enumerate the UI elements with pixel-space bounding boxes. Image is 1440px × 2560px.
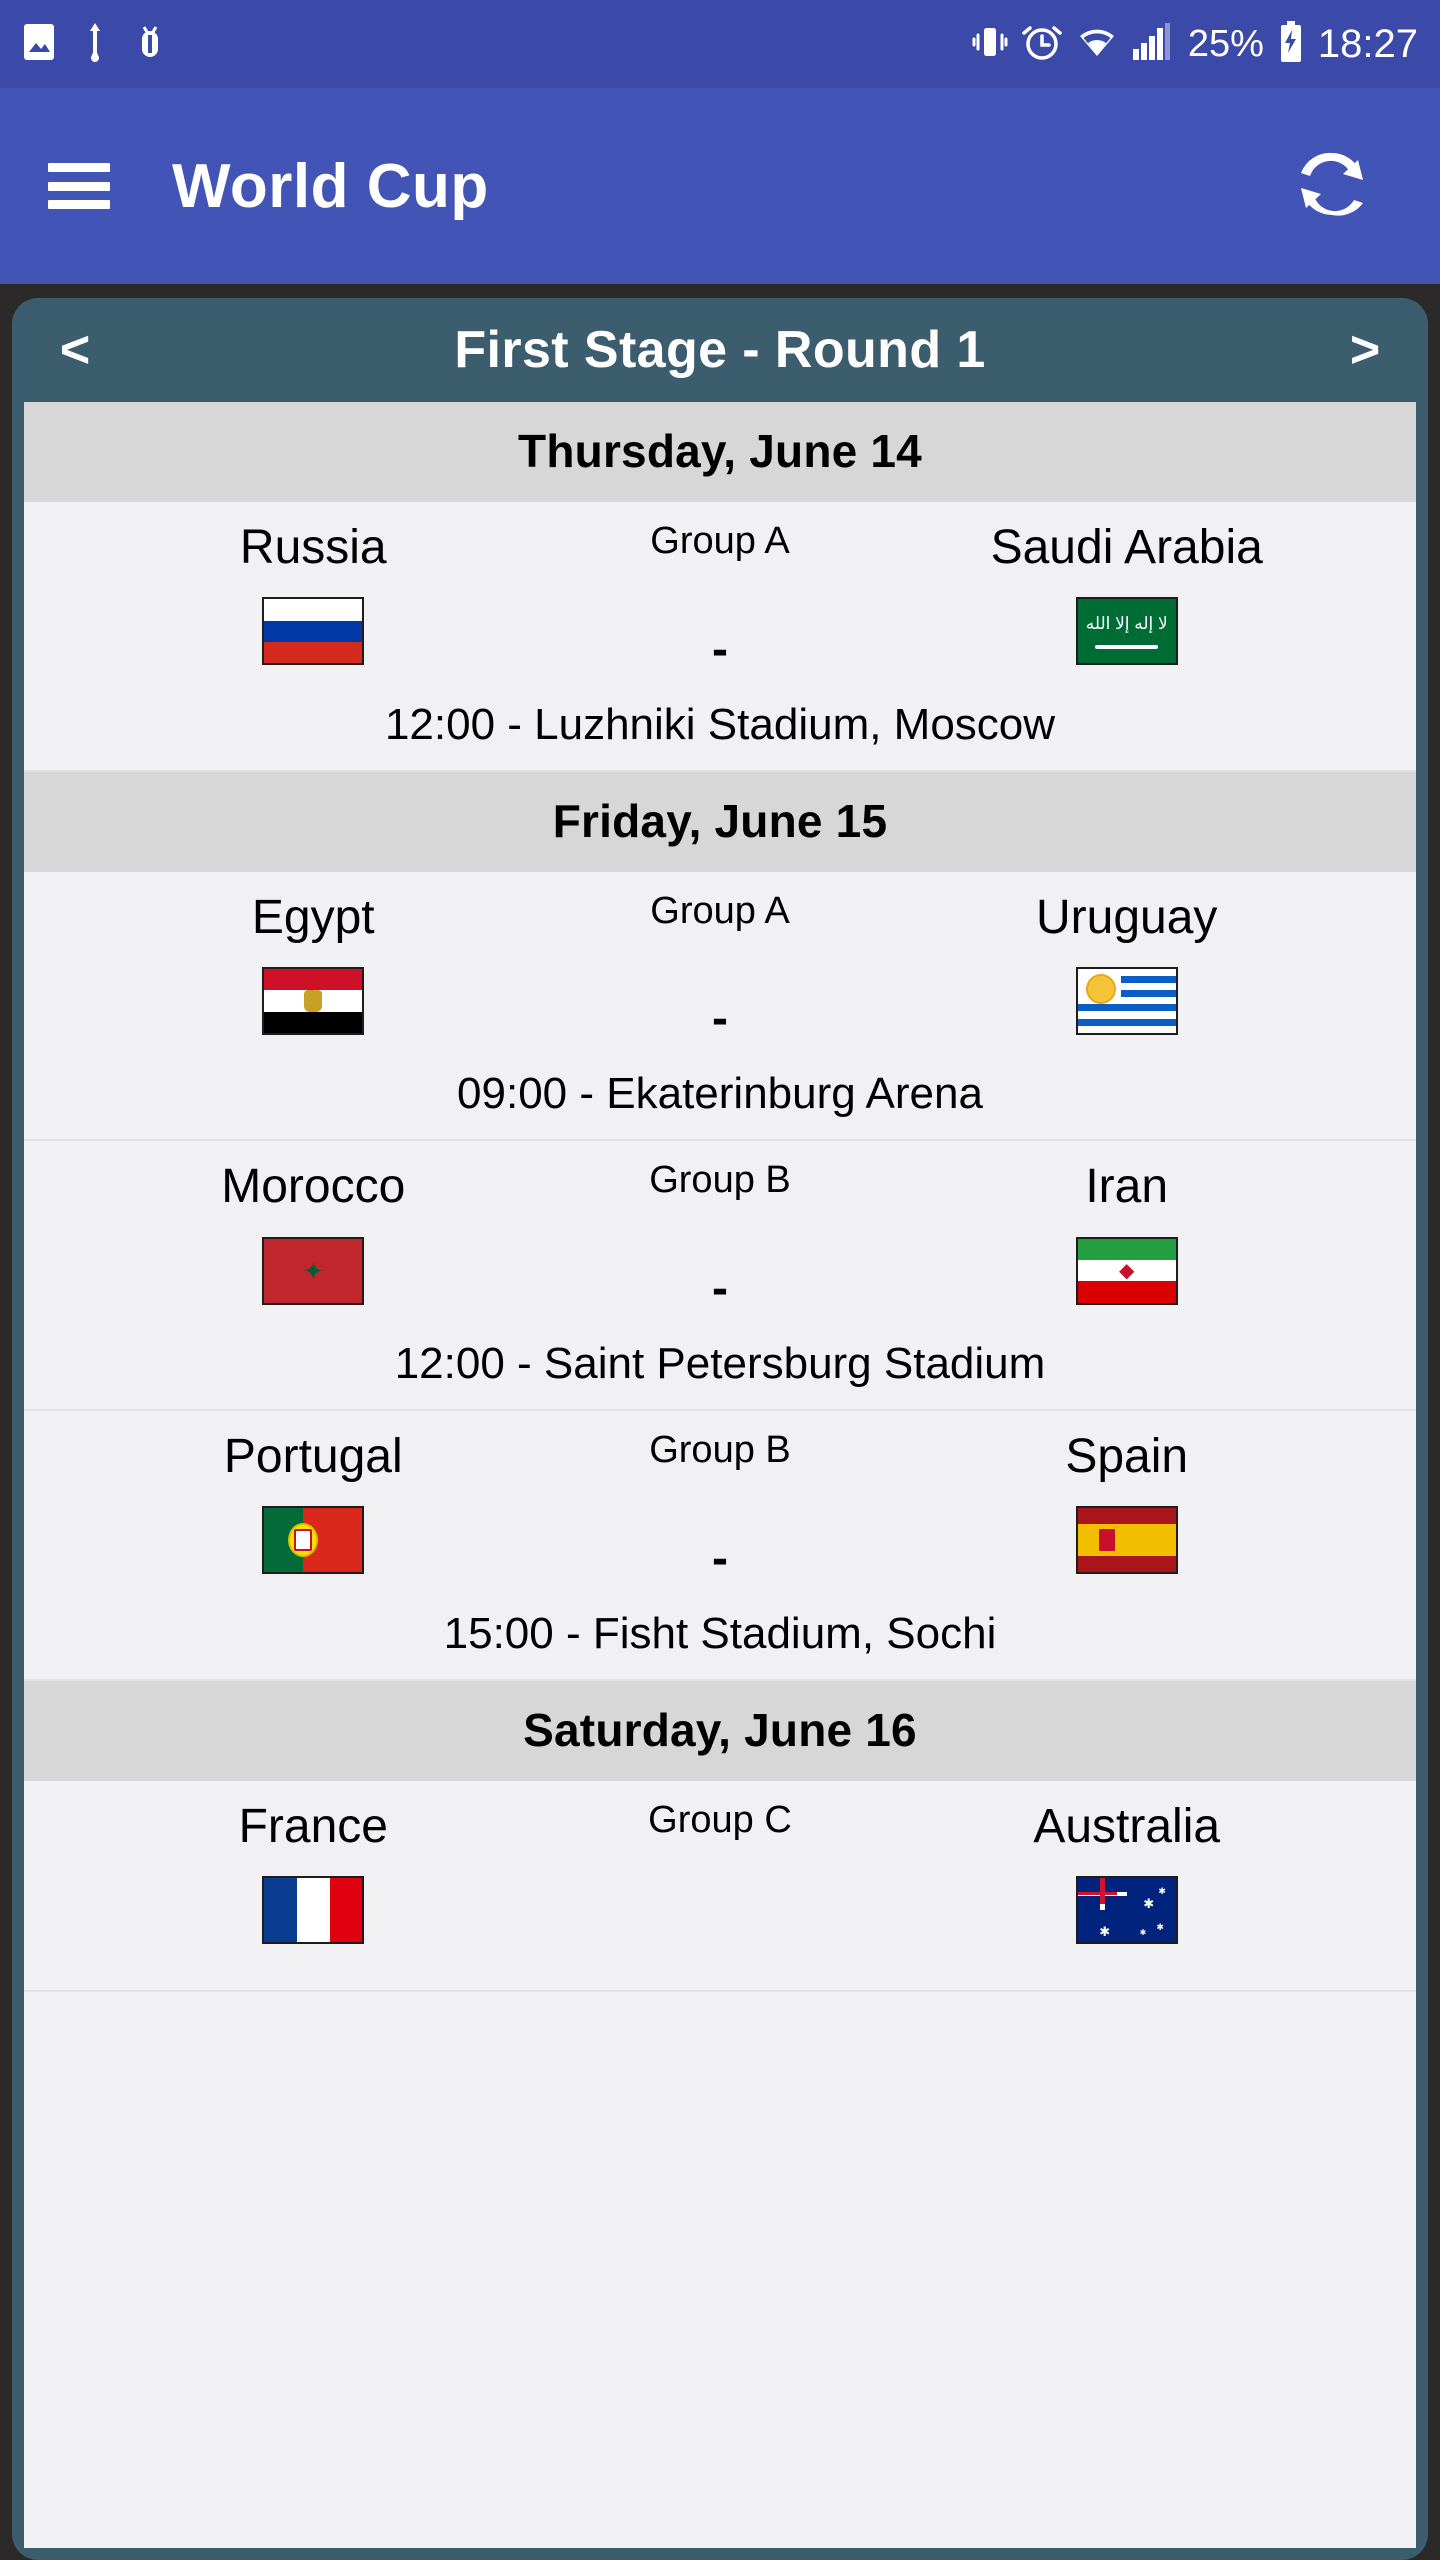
home-team: France: [64, 1799, 563, 1944]
battery-charging-icon: [1278, 20, 1304, 68]
flag-saudi-arabia: لا إله إلا الله: [1075, 597, 1178, 666]
away-team-flag: لا إله إلا الله: [877, 597, 1376, 666]
match-teams: Portugal Group B - Spain: [24, 1429, 1416, 1583]
away-team-flag: [877, 1506, 1376, 1575]
score-label: -: [711, 622, 728, 676]
wifi-icon: [1076, 24, 1118, 65]
match-venue: 12:00 - Saint Petersburg Stadium: [394, 1339, 1046, 1389]
match-row[interactable]: Egypt Group A - Uruguay 09:00 - Ekaterin…: [24, 871, 1416, 1142]
score-label: -: [711, 992, 728, 1046]
home-team-name: Morocco: [221, 1160, 406, 1214]
flag-spain: [1075, 1506, 1178, 1575]
flag-iran: ◆: [1075, 1236, 1178, 1305]
refresh-icon[interactable]: [1284, 136, 1380, 237]
score-label: -: [711, 1262, 728, 1316]
round-title: First Stage - Round 1: [454, 321, 986, 379]
away-team-name: Australia: [1033, 1799, 1221, 1853]
flag-morocco: ✦: [262, 1236, 365, 1305]
match-center: Group C: [563, 1799, 878, 1905]
flag-australia: ✱ ✱ ✱ ✱ ✱: [1075, 1875, 1178, 1944]
group-label: Group A: [650, 520, 790, 562]
away-team: Saudi Arabia لا إله إلا الله: [877, 520, 1376, 666]
signal-icon: [1132, 22, 1174, 66]
previous-round-button[interactable]: <: [20, 324, 130, 376]
content-area: < First Stage - Round 1 > Thursday, June…: [0, 284, 1440, 2560]
group-label: Group A: [650, 889, 790, 932]
next-round-button[interactable]: >: [1310, 324, 1420, 376]
home-team-flag: [64, 597, 563, 666]
match-row[interactable]: Portugal Group B - Spain 15:00 - Fisht S…: [24, 1411, 1416, 1681]
image-icon: [22, 22, 56, 67]
match-center: Group A -: [563, 890, 878, 1044]
date-header: Friday, June 15: [24, 771, 1416, 872]
round-card: < First Stage - Round 1 > Thursday, June…: [12, 298, 1428, 2560]
home-team: Portugal: [64, 1429, 563, 1575]
match-teams: Russia Group A - Saudi Arabia لا إله إلا…: [24, 520, 1416, 674]
match-row[interactable]: France Group C Australia ✱ ✱ ✱ ✱ ✱: [24, 1780, 1416, 1992]
away-team-name: Iran: [1085, 1160, 1169, 1214]
match-list[interactable]: Thursday, June 14 Russia Group A - Saudi…: [24, 402, 1416, 2548]
home-team-name: France: [238, 1799, 388, 1853]
status-bar: 25% 18:27: [0, 0, 1440, 88]
home-team-flag: ✦: [64, 1236, 563, 1305]
home-team: Russia: [64, 520, 563, 666]
away-team: Australia ✱ ✱ ✱ ✱ ✱: [877, 1799, 1376, 1944]
match-row[interactable]: Russia Group A - Saudi Arabia لا إله إلا…: [24, 502, 1416, 772]
status-bar-right-icons: 25% 18:27: [972, 20, 1418, 68]
match-center: Group B -: [563, 1159, 878, 1313]
flag-russia: [262, 597, 365, 666]
app-bar: World Cup: [0, 88, 1440, 284]
match-teams: Egypt Group A - Uruguay: [24, 890, 1416, 1044]
date-header: Saturday, June 16: [24, 1680, 1416, 1781]
score-label: -: [711, 1531, 728, 1585]
date-header: Thursday, June 14: [24, 402, 1416, 502]
status-bar-clock: 18:27: [1317, 22, 1418, 66]
page-title: World Cup: [172, 151, 489, 221]
match-teams: Morocco ✦ Group B - Iran ◆: [24, 1159, 1416, 1313]
away-team: Uruguay: [877, 890, 1376, 1035]
away-team-name: Saudi Arabia: [990, 521, 1263, 574]
home-team-flag: [64, 1875, 563, 1944]
away-team-flag: ◆: [877, 1236, 1376, 1305]
home-team-name: Portugal: [223, 1430, 403, 1484]
match-teams: France Group C Australia ✱ ✱ ✱ ✱ ✱: [24, 1799, 1416, 1944]
match-venue: 09:00 - Ekaterinburg Arena: [457, 1069, 983, 1119]
group-label: Group B: [649, 1159, 791, 1202]
status-bar-left-icons: [22, 21, 166, 68]
group-label: Group B: [649, 1429, 791, 1472]
group-label: Group C: [648, 1798, 792, 1841]
away-team-flag: [877, 966, 1376, 1035]
flag-portugal: [262, 1506, 365, 1575]
match-center: Group A -: [563, 520, 878, 674]
home-team-name: Russia: [239, 521, 387, 574]
bug-icon: [134, 21, 166, 68]
away-team: Iran ◆: [877, 1159, 1376, 1305]
away-team: Spain: [877, 1429, 1376, 1575]
away-team-name: Uruguay: [1035, 890, 1218, 944]
flag-egypt: [262, 966, 365, 1035]
match-venue: 15:00 - Fisht Stadium, Sochi: [443, 1608, 997, 1658]
home-team-flag: [64, 1506, 563, 1575]
match-venue: 12:00 - Luzhniki Stadium, Moscow: [384, 699, 1056, 749]
home-team: Morocco ✦: [64, 1159, 563, 1305]
flag-france: [262, 1875, 365, 1944]
away-team-name: Spain: [1065, 1430, 1189, 1484]
hamburger-menu-icon[interactable]: [48, 163, 110, 209]
home-team: Egypt: [64, 890, 563, 1035]
alarm-icon: [1022, 21, 1062, 68]
usb-icon: [82, 21, 108, 68]
round-navigation-bar: < First Stage - Round 1 >: [12, 298, 1428, 402]
battery-percent-label: 25%: [1187, 23, 1264, 65]
away-team-flag: ✱ ✱ ✱ ✱ ✱: [877, 1875, 1376, 1944]
home-team-flag: [64, 966, 563, 1035]
match-center: Group B -: [563, 1429, 878, 1583]
match-row[interactable]: Morocco ✦ Group B - Iran ◆ 12:00 - Saint…: [24, 1141, 1416, 1412]
flag-uruguay: [1075, 966, 1178, 1035]
home-team-name: Egypt: [251, 890, 375, 944]
vibrate-icon: [972, 22, 1008, 67]
